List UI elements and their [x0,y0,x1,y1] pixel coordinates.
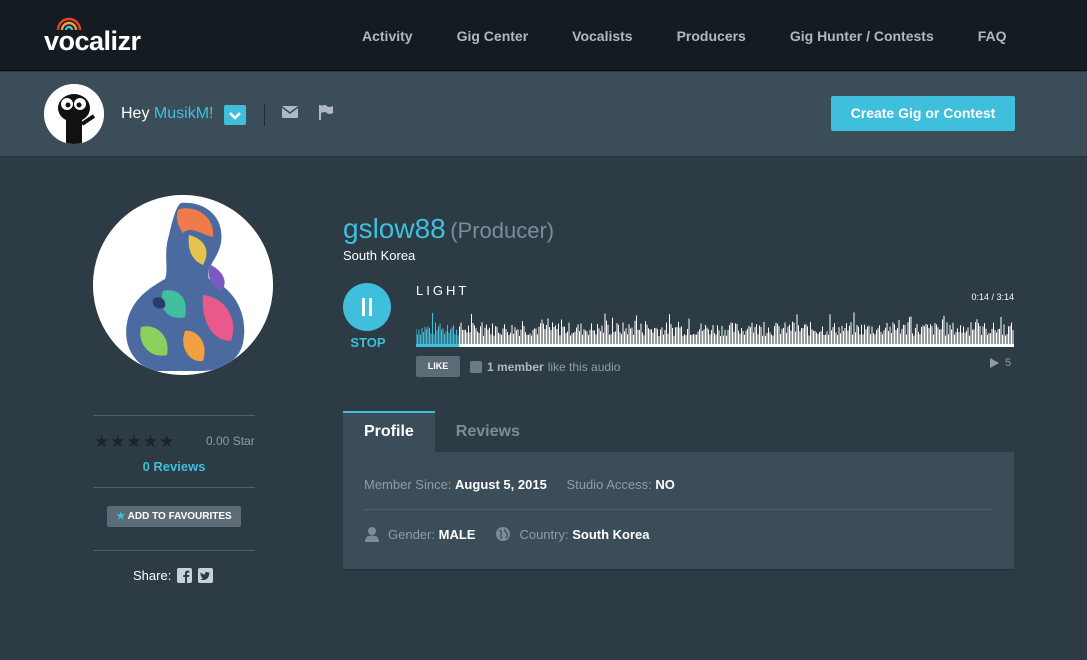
membership-row: Member Since: August 5, 2015 Studio Acce… [364,477,675,492]
nav-faq[interactable]: FAQ [978,28,1007,44]
tab-reviews[interactable]: Reviews [435,411,541,452]
like-info: 1 member like this audio [470,360,620,374]
divider [364,509,993,510]
waveform-progress [416,344,460,347]
rating-stars: ★★★★★ [94,432,176,451]
profile-role: (Producer) [450,218,555,243]
top-navigation: vocalizr Activity Gig Center Vocalists P… [0,0,1087,71]
reviews-link[interactable]: 0 Reviews [93,459,255,474]
profile-country: South Korea [343,248,416,263]
like-button[interactable]: LIKE [416,356,460,377]
user-avatar[interactable] [44,84,104,144]
chevron-down-icon [229,112,241,120]
tab-profile[interactable]: Profile [343,411,435,452]
person-icon [365,527,379,542]
track-title: LIGHT [416,283,470,298]
nav-vocalists[interactable]: Vocalists [572,28,632,44]
globe-icon [496,527,511,541]
gender-value: MALE [438,526,476,542]
mail-icon[interactable] [282,106,298,118]
play-count-value: 5 [1005,357,1012,369]
gender-label: Gender: [388,526,435,542]
nav-links: Activity Gig Center Vocalists Producers … [340,0,1051,71]
current-username[interactable]: MusikM! [154,105,214,122]
star-icon: ★ [116,511,126,522]
nav-gig-hunter-contests[interactable]: Gig Hunter / Contests [790,28,934,44]
add-to-favourites-label: ADD TO FAVOURITES [127,511,232,522]
play-icon [990,358,999,368]
divider [93,415,255,416]
add-to-favourites-button[interactable]: ★ ADD TO FAVOURITES [107,506,241,527]
create-gig-or-contest-button[interactable]: Create Gig or Contest [831,96,1015,131]
facebook-icon[interactable] [177,568,193,583]
waveform-track [416,344,1014,347]
rating-score: 0.00 Star [206,434,255,448]
studio-access-value: NO [655,477,675,492]
country-label: Country: [519,526,569,542]
divider [93,487,255,488]
profile-tabs: Profile Reviews [343,411,541,452]
like-suffix: like this audio [547,360,621,374]
member-since-label: Member Since: [364,477,452,492]
country-value: South Korea [572,526,650,542]
greeting-text: Hey [121,105,150,122]
divider [93,550,255,551]
demographics-row: Gender: MALE Country: South Korea [364,526,650,542]
logo-text: vocalizr [44,26,141,56]
nav-gig-center[interactable]: Gig Center [457,28,529,44]
profile-username: gslow88 [343,213,446,244]
profile-artwork [93,195,273,375]
profile-heading: gslow88 (Producer) [343,213,554,245]
track-time: 0:14 / 3:14 [971,292,1014,302]
play-count: 5 [990,357,1011,369]
share-row: Share: [133,568,214,583]
profile-details-panel: Member Since: August 5, 2015 Studio Acce… [343,452,1014,570]
nav-activity[interactable]: Activity [362,28,413,44]
member-since-value: August 5, 2015 [455,477,547,492]
nav-producers[interactable]: Producers [677,28,746,44]
vocalizr-logo[interactable]: vocalizr [44,16,154,56]
share-label: Share: [133,568,172,583]
studio-access-label: Studio Access: [566,477,652,492]
pause-icon [369,298,372,316]
audio-waveform[interactable] [416,308,1014,350]
greeting: Hey MusikM! [121,105,213,123]
avatar-character-icon [44,84,104,144]
thumbs-up-icon [470,361,482,373]
stop-label[interactable]: STOP [343,335,393,350]
pause-button[interactable] [343,283,391,331]
profile-photo [93,195,273,375]
divider [264,104,265,126]
twitter-icon[interactable] [198,568,214,583]
flag-icon[interactable] [318,104,334,120]
user-menu-dropdown[interactable] [224,105,246,125]
like-count: 1 member [487,360,544,374]
pause-icon [362,298,365,316]
